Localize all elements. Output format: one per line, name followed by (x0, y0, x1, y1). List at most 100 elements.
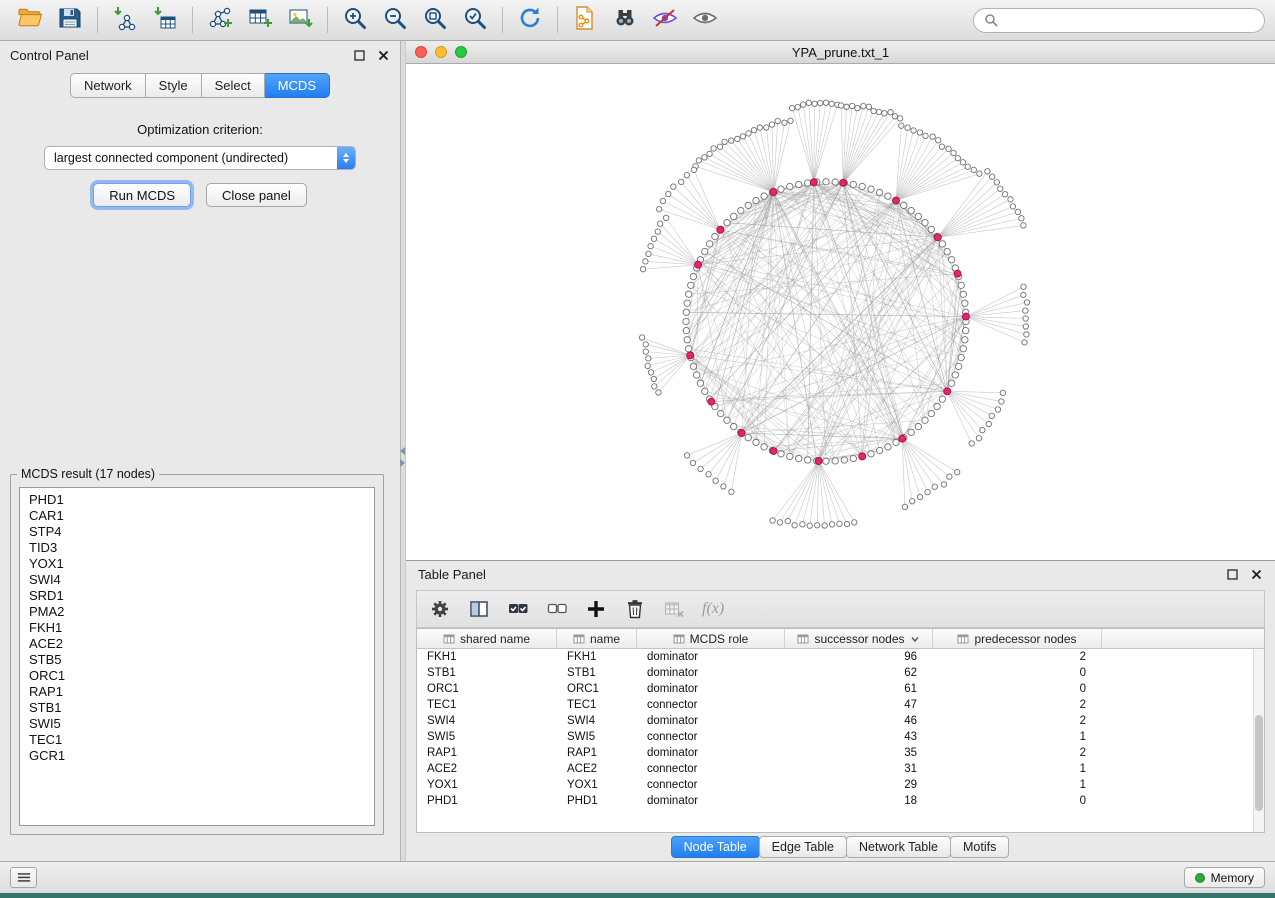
memory-status-dot (1195, 873, 1205, 883)
tab-motifs[interactable]: Motifs (950, 836, 1009, 858)
column-chooser-button[interactable] (468, 598, 490, 620)
memory-label: Memory (1211, 871, 1254, 885)
mcds-result-item[interactable]: GCR1 (29, 748, 365, 764)
table-row[interactable]: TEC1TEC1connector472 (417, 697, 1264, 713)
tab-mcds[interactable]: MCDS (265, 73, 330, 98)
search-box[interactable] (973, 8, 1265, 33)
table-row[interactable]: RAP1RAP1dominator352 (417, 745, 1264, 761)
mcds-result-item[interactable]: SWI5 (29, 716, 365, 732)
new-network-button[interactable] (200, 3, 240, 37)
delete-row-button[interactable] (624, 598, 646, 620)
tab-node-table[interactable]: Node Table (671, 836, 760, 858)
share-document-button[interactable] (565, 3, 605, 37)
cell-mcds_role: dominator (637, 795, 785, 807)
minimize-window-button[interactable] (435, 46, 447, 58)
collapse-left-icon[interactable] (400, 447, 405, 455)
hide-graphics-details-icon (652, 5, 678, 36)
mcds-result-item[interactable]: YOX1 (29, 556, 365, 572)
network-titlebar[interactable]: YPA_prune.txt_1 (406, 41, 1275, 64)
function-builder-button[interactable]: f(x) (702, 600, 724, 618)
share-document-icon (572, 5, 598, 36)
select-all-button[interactable] (507, 598, 529, 620)
close-table-panel-icon[interactable] (1250, 568, 1263, 581)
memory-button[interactable]: Memory (1184, 867, 1265, 888)
mcds-result-item[interactable]: STB1 (29, 700, 365, 716)
table-header-row: shared namenameMCDS rolesuccessor nodesp… (417, 629, 1264, 649)
mcds-result-item[interactable]: PMA2 (29, 604, 365, 620)
float-table-panel-icon[interactable] (1226, 568, 1239, 581)
search-network-button[interactable] (605, 3, 645, 37)
zoom-in-button[interactable] (335, 3, 375, 37)
table-row[interactable]: YOX1YOX1connector291 (417, 777, 1264, 793)
table-scrollbar[interactable] (1253, 649, 1264, 832)
table-row[interactable]: FKH1FKH1dominator962 (417, 649, 1264, 665)
mcds-result-item[interactable]: FKH1 (29, 620, 365, 636)
mcds-result-list[interactable]: PHD1CAR1STP4TID3YOX1SWI4SRD1PMA2FKH1ACE2… (19, 487, 375, 826)
hide-graphics-details-button[interactable] (645, 3, 685, 37)
cell-name: PHD1 (557, 795, 637, 807)
toolbar-separator (192, 7, 193, 33)
menu-button[interactable] (10, 867, 37, 888)
zoom-fit-button[interactable] (415, 3, 455, 37)
table-row[interactable]: SWI5SWI5connector431 (417, 729, 1264, 745)
search-icon (984, 13, 998, 27)
new-table-button[interactable] (240, 3, 280, 37)
table-row[interactable]: PHD1PHD1dominator180 (417, 793, 1264, 809)
mcds-result-item[interactable]: SRD1 (29, 588, 365, 604)
network-canvas[interactable] (406, 64, 1275, 560)
mcds-result-item[interactable]: STB5 (29, 652, 365, 668)
zoom-selected-button[interactable] (455, 3, 495, 37)
zoom-in-icon (342, 5, 368, 36)
unselect-all-button[interactable] (546, 598, 568, 620)
mcds-result-item[interactable]: ORC1 (29, 668, 365, 684)
mcds-result-item[interactable]: STP4 (29, 524, 365, 540)
float-panel-icon[interactable] (353, 49, 366, 62)
add-row-button[interactable] (585, 598, 607, 620)
refresh-button[interactable] (510, 3, 550, 37)
expand-right-icon[interactable] (400, 459, 405, 467)
import-table-button[interactable] (145, 3, 185, 37)
mcds-result-item[interactable]: PHD1 (29, 492, 365, 508)
run-mcds-button[interactable]: Run MCDS (93, 183, 191, 207)
column-header-predecessor-nodes[interactable]: predecessor nodes (933, 629, 1102, 648)
import-network-button[interactable] (105, 3, 145, 37)
column-header-shared-name[interactable]: shared name (417, 629, 557, 648)
cell-predecessor: 2 (933, 747, 1102, 759)
mcds-result-item[interactable]: CAR1 (29, 508, 365, 524)
table-row[interactable]: SWI4SWI4dominator462 (417, 713, 1264, 729)
show-graphics-details-button[interactable] (685, 3, 725, 37)
window-controls (415, 41, 467, 63)
column-header-name[interactable]: name (557, 629, 637, 648)
table-settings-button[interactable] (429, 598, 451, 620)
close-panel-button[interactable]: Close panel (206, 183, 307, 207)
criterion-dropdown[interactable]: largest connected component (undirected) (44, 146, 356, 170)
close-panel-icon[interactable] (377, 49, 390, 62)
mcds-result-item[interactable]: RAP1 (29, 684, 365, 700)
tab-style[interactable]: Style (146, 73, 202, 98)
tab-network[interactable]: Network (70, 73, 146, 98)
table-row[interactable]: ORC1ORC1dominator610 (417, 681, 1264, 697)
column-header-mcds-role[interactable]: MCDS role (637, 629, 785, 648)
zoom-window-button[interactable] (455, 46, 467, 58)
table-row[interactable]: STB1STB1dominator620 (417, 665, 1264, 681)
column-header-filler (1102, 629, 1264, 648)
panel-splitter[interactable] (400, 41, 406, 861)
delete-table-button[interactable] (663, 598, 685, 620)
tab-edge-table[interactable]: Edge Table (759, 836, 847, 858)
table-row[interactable]: ACE2ACE2connector311 (417, 761, 1264, 777)
control-panel-title: Control Panel (10, 48, 89, 63)
export-image-button[interactable] (280, 3, 320, 37)
search-input[interactable] (1004, 13, 1254, 27)
mcds-result-item[interactable]: ACE2 (29, 636, 365, 652)
mcds-result-item[interactable]: TID3 (29, 540, 365, 556)
tab-select[interactable]: Select (202, 73, 265, 98)
mcds-result-item[interactable]: TEC1 (29, 732, 365, 748)
mcds-result-item[interactable]: SWI4 (29, 572, 365, 588)
zoom-out-button[interactable] (375, 3, 415, 37)
tab-network-table[interactable]: Network Table (846, 836, 951, 858)
save-button[interactable] (50, 3, 90, 37)
open-folder-button[interactable] (10, 3, 50, 37)
column-header-successor-nodes[interactable]: successor nodes (785, 629, 933, 648)
close-window-button[interactable] (415, 46, 427, 58)
scrollbar-thumb[interactable] (1255, 715, 1263, 811)
